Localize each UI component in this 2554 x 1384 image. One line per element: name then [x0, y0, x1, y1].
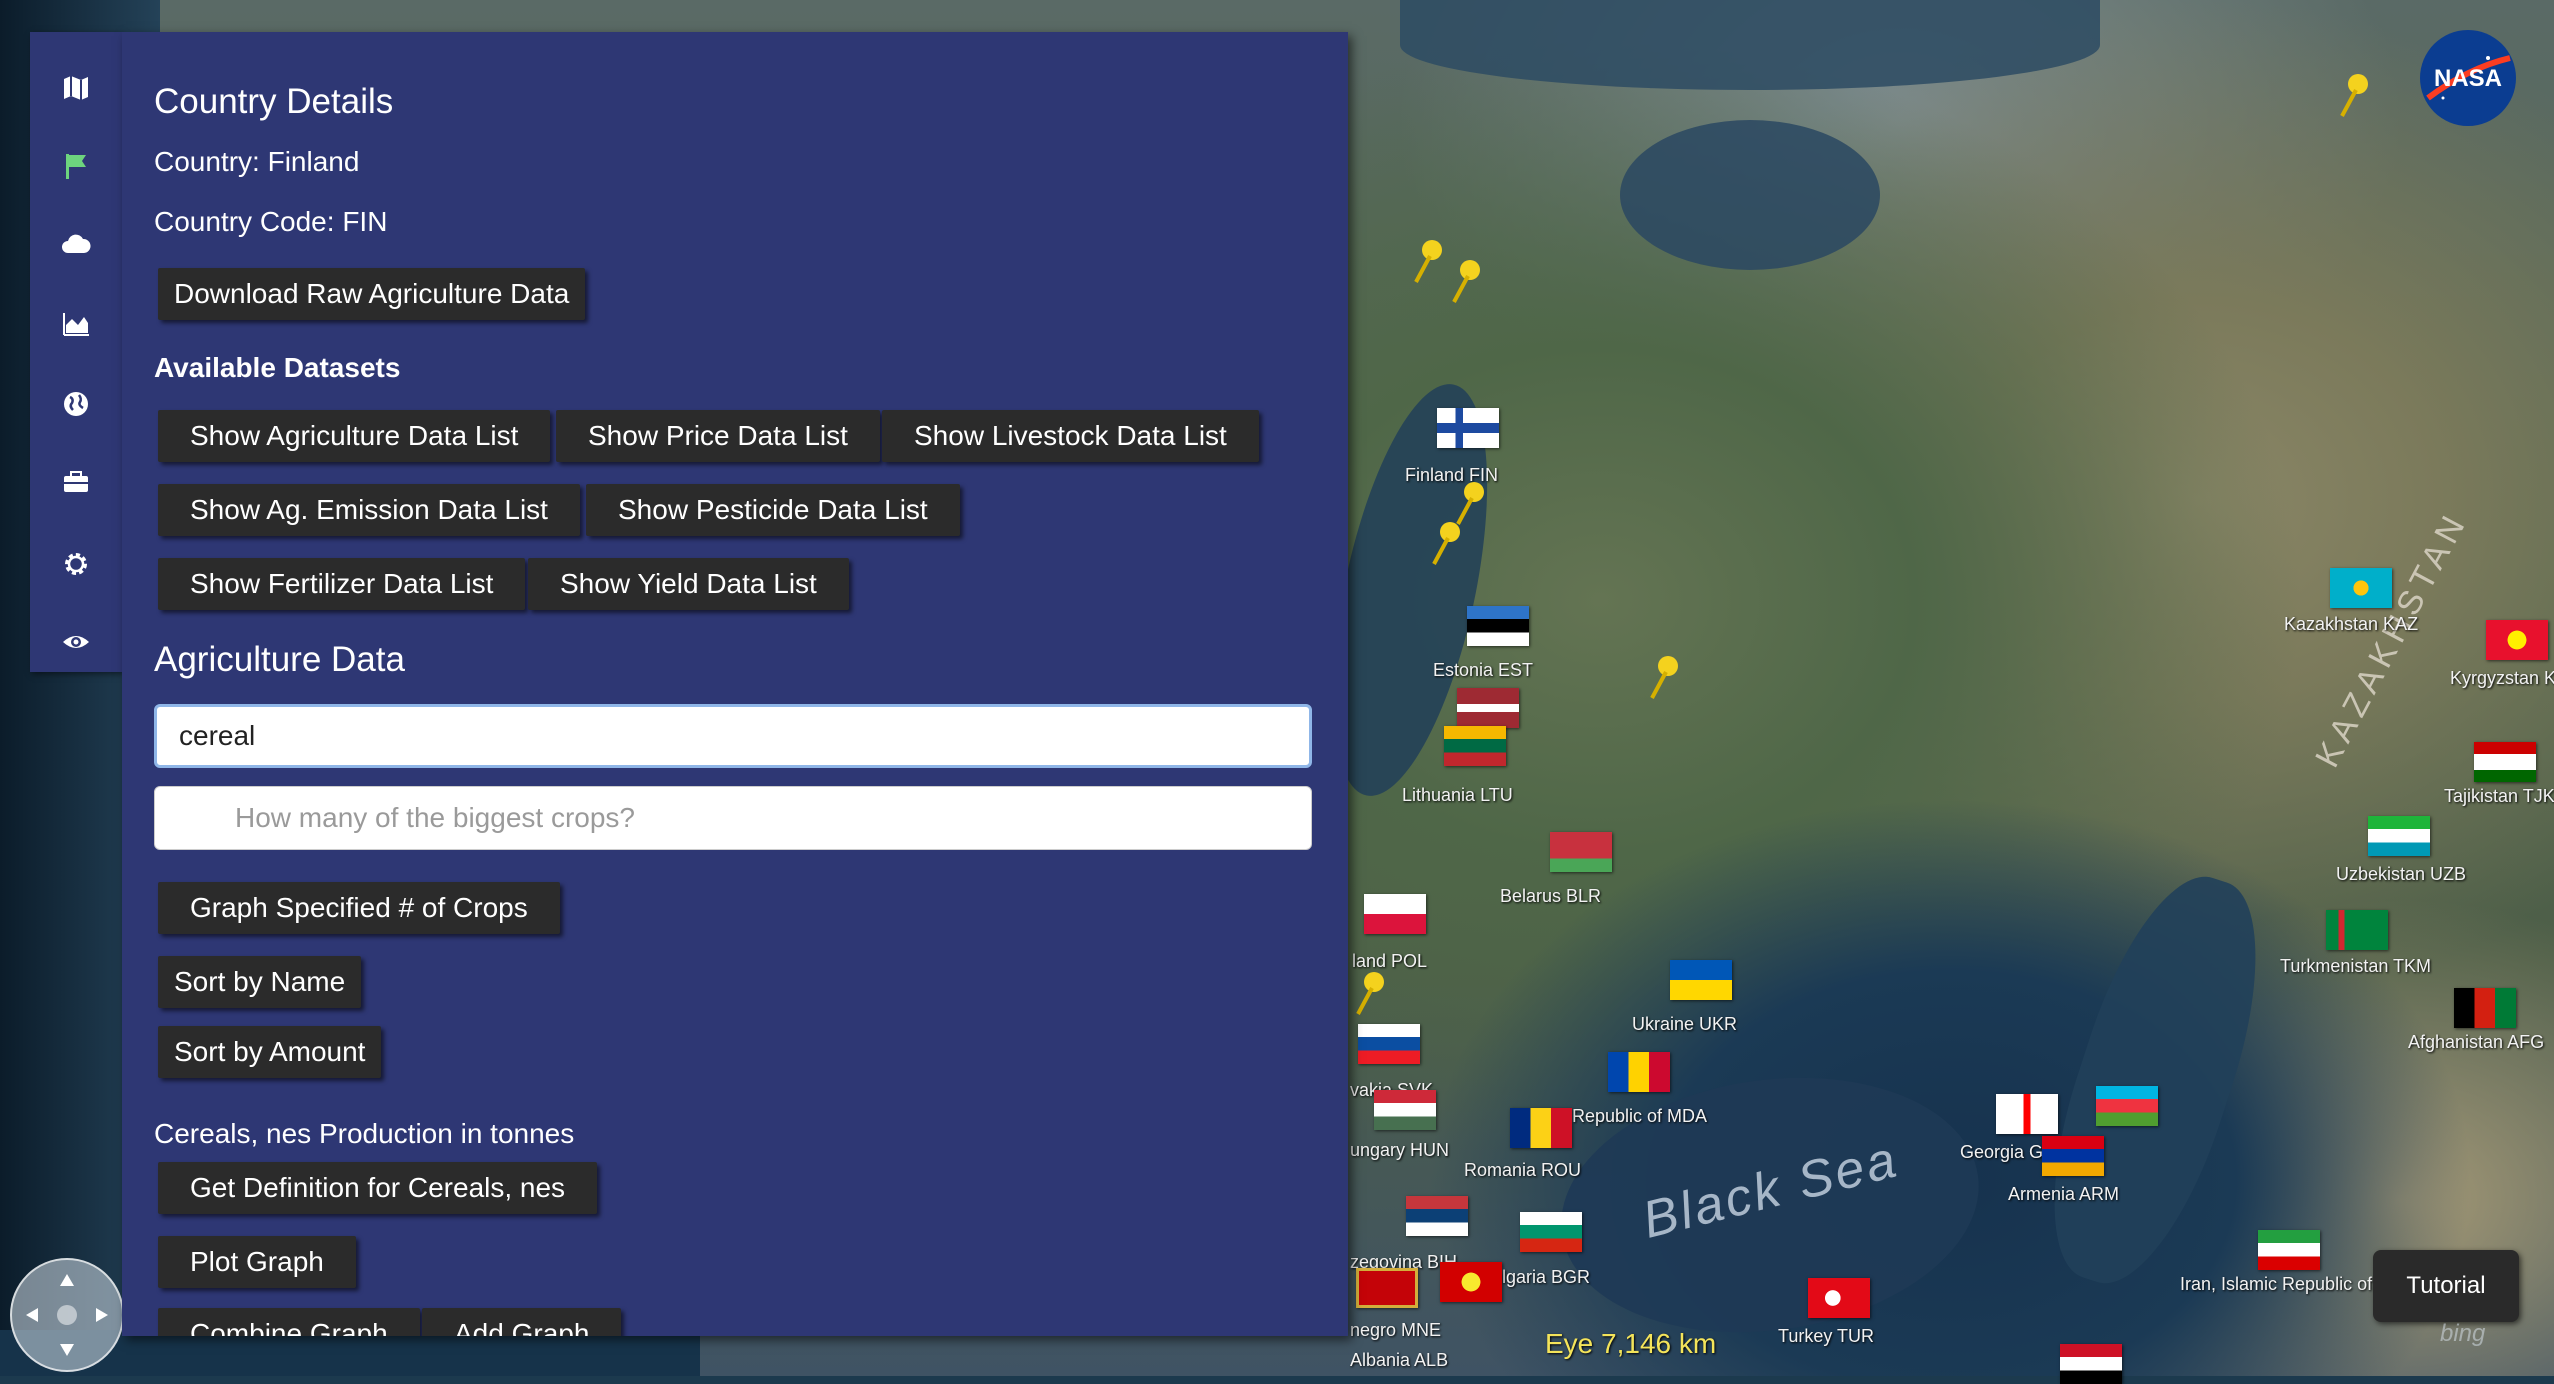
- cloud-icon[interactable]: [58, 226, 94, 262]
- globe-icon[interactable]: [58, 386, 94, 422]
- label-armenia: Armenia ARM: [2008, 1184, 2120, 1204]
- navigation-control[interactable]: [10, 1258, 124, 1372]
- sort-by-name-button[interactable]: Sort by Name: [158, 956, 362, 1008]
- eye-icon[interactable]: [58, 624, 94, 660]
- get-definition-button[interactable]: Get Definition for Cereals, nes: [158, 1162, 598, 1214]
- label-belarus: Belarus BLR: [1500, 886, 1602, 906]
- label-turkmenistan: Turkmenistan TKM: [2280, 956, 2432, 976]
- flag-poland[interactable]: [1364, 894, 1426, 934]
- agriculture-data-heading: Agriculture Data: [154, 640, 405, 679]
- flag-estonia[interactable]: [1467, 606, 1529, 646]
- flag-hungary[interactable]: [1374, 1090, 1436, 1130]
- flag-kyrgyzstan[interactable]: [2486, 620, 2548, 660]
- flag-macedonia[interactable]: [1440, 1262, 1502, 1302]
- label-lithuania: Lithuania LTU: [1402, 785, 1513, 805]
- show-ag-emission-data-button[interactable]: Show Ag. Emission Data List: [158, 484, 580, 536]
- crop-search-input[interactable]: cereal: [154, 704, 1312, 768]
- label-turkey: Turkey TUR: [1778, 1326, 1875, 1346]
- label-uzbekistan: Uzbekistan UZB: [2336, 864, 2467, 884]
- panel-title: Country Details: [154, 82, 394, 121]
- result-title: Cereals, nes Production in tonnes: [154, 1118, 575, 1149]
- map-icon[interactable]: [58, 70, 94, 106]
- label-poland: land POL: [1352, 951, 1428, 971]
- plot-graph-button[interactable]: Plot Graph: [158, 1236, 356, 1288]
- pin-icon[interactable]: [1448, 258, 1484, 306]
- label-albania: Albania ALB: [1350, 1350, 1449, 1370]
- sort-by-amount-button[interactable]: Sort by Amount: [158, 1026, 382, 1078]
- flag-afghanistan[interactable]: [2454, 988, 2516, 1028]
- show-pesticide-data-button[interactable]: Show Pesticide Data List: [586, 484, 960, 536]
- country-details-panel: Country Details Country: Finland Country…: [122, 32, 1348, 1336]
- sidebar: [30, 32, 122, 672]
- flag-romania[interactable]: [1510, 1108, 1572, 1148]
- flag-georgia[interactable]: [1996, 1094, 2058, 1134]
- nasa-logo: NASA: [2420, 30, 2516, 126]
- flag-belarus[interactable]: [1550, 832, 1612, 872]
- flag-bulgaria[interactable]: [1520, 1212, 1582, 1252]
- flag-finland[interactable]: [1437, 408, 1499, 448]
- crops-count-input[interactable]: How many of the biggest crops?: [154, 786, 1312, 850]
- white-sea: [1620, 120, 1880, 270]
- bing-attribution: bing: [2440, 1320, 2486, 1347]
- flag-uzbekistan[interactable]: [2368, 816, 2430, 856]
- pin-icon[interactable]: [2336, 72, 2372, 120]
- label-kazakhstan: Kazakhstan KAZ: [2284, 614, 2419, 634]
- eye-altitude-readout: Eye 7,146 km: [1545, 1328, 1717, 1359]
- svg-text:NASA: NASA: [2434, 65, 2502, 92]
- arctic-ocean: [1400, 0, 2100, 90]
- flag-iran[interactable]: [2258, 1230, 2320, 1270]
- flag-iraq[interactable]: [2060, 1344, 2122, 1384]
- pin-icon[interactable]: [1428, 520, 1464, 568]
- flag-turkmenistan[interactable]: [2326, 910, 2388, 950]
- show-agriculture-data-button[interactable]: Show Agriculture Data List: [158, 410, 551, 462]
- flag-slovakia[interactable]: [1358, 1024, 1420, 1064]
- flag-latvia[interactable]: [1457, 688, 1519, 728]
- flag-armenia[interactable]: [2042, 1136, 2104, 1176]
- add-graph-button[interactable]: Add Graph: [422, 1308, 622, 1336]
- flag-lithuania[interactable]: [1444, 726, 1506, 766]
- flag-moldova[interactable]: [1608, 1052, 1670, 1092]
- flag-serbia[interactable]: [1406, 1196, 1468, 1236]
- label-tajikistan: Tajikistan TJK: [2444, 786, 2554, 806]
- gear-icon[interactable]: [58, 546, 94, 582]
- show-price-data-button[interactable]: Show Price Data List: [556, 410, 880, 462]
- country-name: Country: Finland: [154, 146, 360, 177]
- flag-azerbaijan[interactable]: [2096, 1086, 2158, 1126]
- pin-icon[interactable]: [1352, 970, 1388, 1018]
- flag-montenegro[interactable]: [1356, 1268, 1418, 1308]
- download-raw-data-button[interactable]: Download Raw Agriculture Data: [158, 268, 586, 320]
- briefcase-icon[interactable]: [58, 464, 94, 500]
- show-livestock-data-button[interactable]: Show Livestock Data List: [882, 410, 1259, 462]
- label-hungary: ungary HUN: [1350, 1140, 1450, 1160]
- flag-tajikistan[interactable]: [2474, 742, 2536, 782]
- graph-crops-button[interactable]: Graph Specified # of Crops: [158, 882, 560, 934]
- pin-icon[interactable]: [1410, 238, 1446, 286]
- show-fertilizer-data-button[interactable]: Show Fertilizer Data List: [158, 558, 526, 610]
- label-romania: Romania ROU: [1464, 1160, 1582, 1180]
- flag-ukraine[interactable]: [1670, 960, 1732, 1000]
- pan-arrows-icon: [26, 1274, 108, 1356]
- available-datasets-heading: Available Datasets: [154, 352, 401, 383]
- label-moldova: Republic of MDA: [1572, 1106, 1708, 1126]
- label-estonia: Estonia EST: [1433, 660, 1534, 680]
- tutorial-button[interactable]: Tutorial: [2373, 1250, 2519, 1322]
- area-chart-icon[interactable]: [58, 306, 94, 342]
- combine-graph-button[interactable]: Combine Graph: [158, 1308, 420, 1336]
- flag-icon[interactable]: [58, 148, 94, 184]
- label-montenegro: negro MNE: [1350, 1320, 1442, 1340]
- country-code: Country Code: FIN: [154, 206, 388, 237]
- label-kyrgyzstan: Kyrgyzstan KGZ: [2450, 668, 2554, 688]
- label-ukraine: Ukraine UKR: [1632, 1014, 1738, 1034]
- show-yield-data-button[interactable]: Show Yield Data List: [528, 558, 849, 610]
- pin-icon[interactable]: [1646, 654, 1682, 702]
- flag-turkey[interactable]: [1808, 1278, 1870, 1318]
- flag-kazakhstan[interactable]: [2330, 568, 2392, 608]
- label-afghanistan: Afghanistan AFG: [2408, 1032, 2545, 1052]
